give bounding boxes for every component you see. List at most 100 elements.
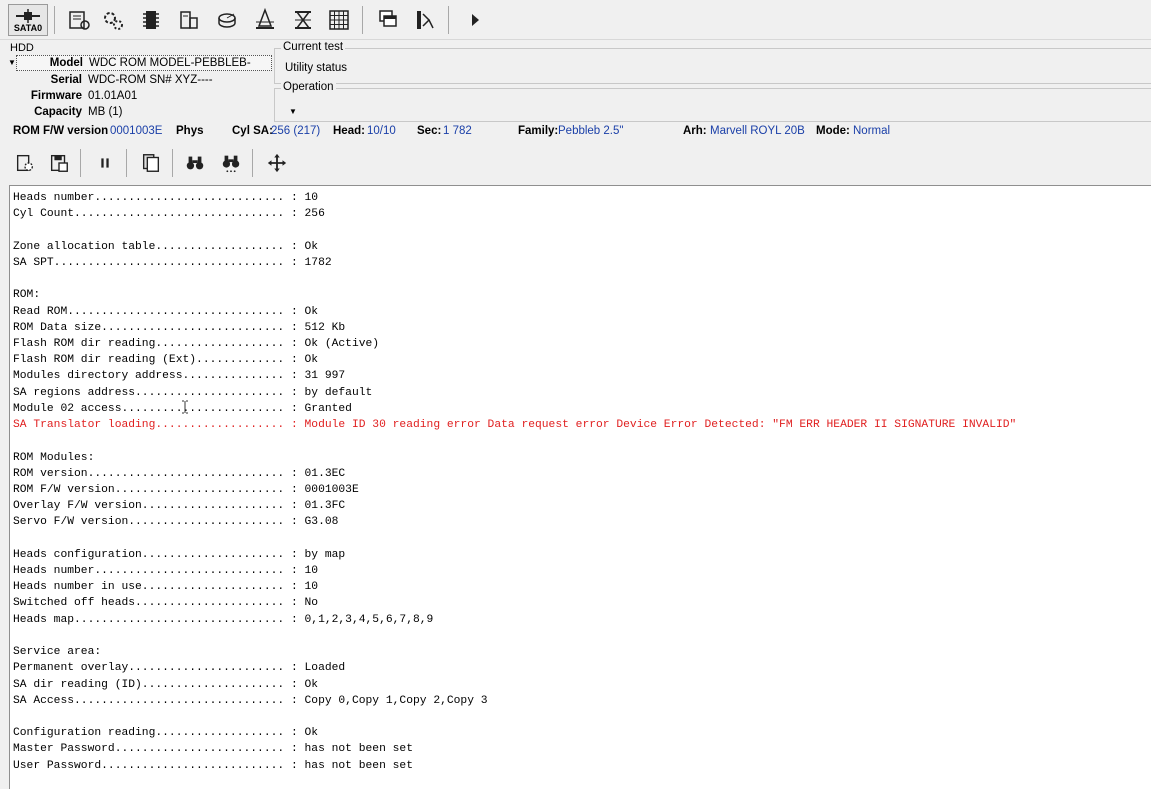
copy-pages-icon (142, 154, 160, 172)
hdd-settings-icon (69, 11, 90, 30)
log-line: Configuration reading...................… (13, 727, 319, 740)
log-lines: Heads number............................… (13, 190, 1016, 774)
log-line: Read ROM................................… (13, 305, 319, 318)
page-gear-icon (16, 154, 34, 172)
hdd-serial-row: Serial WDC-ROM SN# XYZ---- (16, 72, 272, 88)
log-settings-button[interactable] (10, 147, 40, 179)
log-line: Switched off heads......................… (13, 597, 319, 610)
log-line: ROM: (13, 289, 41, 302)
arh-label: Arh: (683, 125, 707, 137)
serial-label: Serial (50, 74, 82, 86)
gears-icon (104, 12, 123, 30)
toolbar-separator (362, 6, 363, 34)
pause-button[interactable] (90, 147, 120, 179)
hourglass-icon (295, 11, 311, 29)
mode-label: Mode: (816, 125, 850, 137)
current-test-group: Current test Utility status (274, 41, 1151, 84)
log-line: ROM Modules: (13, 451, 95, 464)
user-book-button[interactable] (410, 4, 440, 36)
operation-group: Operation ▼ (274, 81, 1151, 122)
model-value: WDC ROM MODEL-PEBBLEB- (89, 57, 251, 69)
log-output[interactable]: Heads number............................… (9, 185, 1151, 789)
save-disk-icon (50, 154, 68, 172)
log-line: User Password...........................… (13, 759, 413, 772)
modules-icon (180, 11, 198, 29)
log-line: Permanent overlay.......................… (13, 662, 346, 675)
romfw-value: 0001003E (110, 125, 163, 137)
hdd-firmware-row: Firmware 01.01A01 (16, 88, 272, 104)
log-line: Heads number in use.....................… (13, 581, 319, 594)
mode-value: Normal (853, 125, 891, 137)
grid-icon (329, 10, 349, 30)
family-value: Pebbleb 2.5" (558, 125, 624, 137)
hdd-legend: HDD (10, 42, 34, 54)
firmware-label: Firmware (30, 90, 82, 102)
binoculars-icon (186, 156, 204, 170)
binoculars-next-icon (222, 155, 240, 173)
log-line: SA SPT..................................… (13, 256, 332, 269)
log-line-error: SA Translator loading...................… (13, 419, 1017, 432)
log-line: Heads map...............................… (13, 613, 434, 626)
current-test-legend: Current test (281, 41, 346, 53)
log-line: Heads configuration.....................… (13, 548, 346, 561)
sata-port-button[interactable]: SATA0 (8, 4, 48, 36)
log-line: ROM version.............................… (13, 467, 346, 480)
user-book-icon (417, 11, 434, 29)
log-line: Servo F/W version.......................… (13, 516, 339, 529)
sec-label: Sec: (417, 125, 442, 137)
firmware-value: 01.01A01 (88, 90, 138, 102)
toolbar-separator (172, 149, 173, 177)
head-label: Head: (333, 125, 365, 137)
arh-value: Marvell ROYL 20B (710, 125, 805, 137)
log-line: Cyl Count...............................… (13, 208, 325, 221)
operation-legend: Operation (281, 81, 336, 93)
grid-button[interactable] (324, 4, 354, 36)
status-line: ROM F/W version 0001003E Phys Cyl SA: 25… (0, 123, 1151, 141)
operation-dropdown-icon[interactable]: ▼ (289, 107, 297, 116)
toolbar-separator (448, 6, 449, 34)
heads-icon (256, 8, 274, 29)
play-icon (472, 14, 479, 26)
log-line: ROM F/W version.........................… (13, 483, 359, 496)
toolbar-separator (54, 6, 55, 34)
sata-port-icon (16, 9, 40, 23)
log-save-button[interactable] (44, 147, 74, 179)
log-line: SA Access...............................… (13, 694, 488, 707)
hdd-dropdown-icon[interactable]: ▼ (8, 58, 16, 67)
capacity-label: Capacity (34, 106, 82, 118)
move-button[interactable] (262, 147, 292, 179)
sata-port-label: SATA0 (13, 23, 43, 33)
copy-button[interactable] (136, 147, 166, 179)
disk-icon (218, 13, 236, 28)
cylsa-label: Cyl SA: (232, 125, 273, 137)
family-label: Family: (518, 125, 559, 137)
head-value: 10/10 (367, 125, 396, 137)
windows-button[interactable] (374, 4, 404, 36)
heads-button[interactable] (250, 4, 280, 36)
current-test-value: Utility status (285, 62, 347, 74)
toolbar-separator (126, 149, 127, 177)
log-line: Zone allocation table...................… (13, 240, 319, 253)
hdd-model-row[interactable]: Model WDC ROM MODEL-PEBBLEB- (16, 55, 272, 71)
modules-button[interactable] (174, 4, 204, 36)
play-button[interactable] (460, 4, 490, 36)
find-next-button[interactable] (216, 147, 246, 179)
log-toolbar (0, 143, 1151, 183)
hourglass-button[interactable] (288, 4, 318, 36)
phys-label: Phys (176, 125, 204, 137)
find-button[interactable] (180, 147, 210, 179)
sec-value: 1 782 (443, 125, 472, 137)
disk-button[interactable] (212, 4, 242, 36)
tests-button[interactable] (98, 4, 128, 36)
hdd-settings-button[interactable] (64, 4, 94, 36)
hdd-capacity-row: Capacity MB (1) (16, 104, 272, 120)
model-label: Model (49, 57, 83, 69)
rom-button[interactable] (136, 4, 166, 36)
main-toolbar: SATA0 (0, 0, 1151, 40)
cylsa-value: 256 (217) (271, 125, 321, 137)
log-line: Service area: (13, 646, 102, 659)
